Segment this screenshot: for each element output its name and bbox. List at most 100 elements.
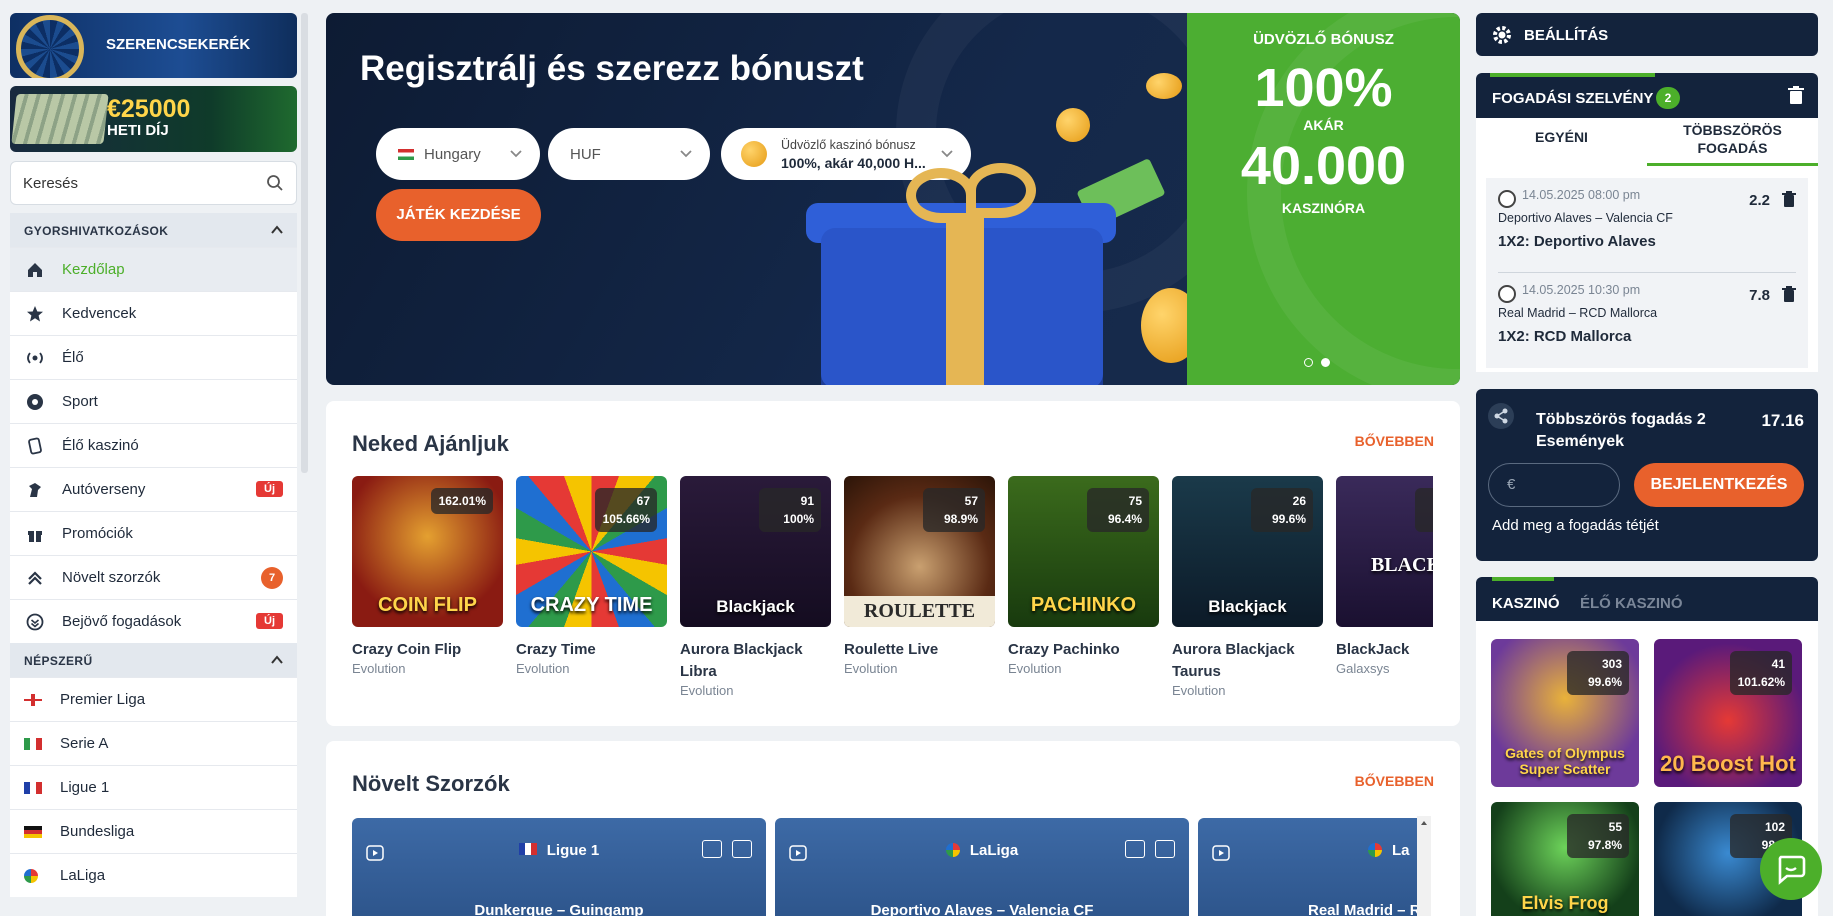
game-provider: Evolution	[1172, 683, 1226, 698]
search-input[interactable]: Keresés	[10, 161, 297, 205]
game-card[interactable]: 67 105.66% CRAZY TIME Crazy Time Evolutio…	[516, 476, 667, 676]
weekly-prize-banner[interactable]: €25000 HETI DÍJ	[10, 86, 297, 152]
casino-game-tile[interactable]: 41 101.62% 20 Boost Hot	[1654, 639, 1802, 787]
sidebar-league-bundesliga[interactable]: Bundesliga	[10, 809, 297, 853]
game-card[interactable]: 75 96.4% PACHINKO Crazy Pachinko Evolutio…	[1008, 476, 1159, 676]
sidebar-league-serie-a[interactable]: Serie A	[10, 721, 297, 765]
hungary-flag-icon	[398, 148, 414, 160]
chevron-up-icon[interactable]	[269, 222, 285, 238]
casino-game-tile[interactable]: 55 97.8% Elvis Frog	[1491, 802, 1639, 916]
rtp-count: 41	[1771, 657, 1785, 671]
game-card[interactable]: 19 BLACKJ BlackJack Galaxsys	[1336, 476, 1433, 676]
share-icon[interactable]	[1488, 403, 1514, 429]
trend-icon[interactable]	[1125, 840, 1145, 858]
rtp-count: 102	[1764, 820, 1785, 834]
betslip-title: FOGADÁSI SZELVÉNY	[1492, 90, 1654, 107]
sidebar-scrollbar[interactable]	[301, 13, 308, 473]
currency-select[interactable]: HUF	[548, 128, 710, 180]
sidebar-item-live[interactable]: Élő	[10, 335, 297, 379]
sidebar-item-live-casino[interactable]: Élő kaszinó	[10, 423, 297, 467]
wheel-of-fortune-banner[interactable]: SZERENCSEKERÉK	[10, 13, 297, 78]
popular-header[interactable]: NÉPSZERŰ	[10, 643, 297, 677]
game-thumbnail[interactable]: 162.01% COIN FLIP	[352, 476, 503, 627]
game-thumbnail[interactable]: 75 96.4% PACHINKO	[1008, 476, 1159, 627]
wheel-banner-label: SZERENCSEKERÉK	[106, 36, 251, 53]
game-thumbnail[interactable]: 91 100% Blackjack	[680, 476, 831, 627]
sidebar-league-premier-liga[interactable]: Premier Liga	[10, 677, 297, 721]
match-card[interactable]: LaLiga Deportivo Alaves – Valencia CF	[775, 818, 1189, 916]
sidebar-item-label: Kezdőlap	[62, 261, 125, 278]
sidebar-item-favorites[interactable]: Kedvencek	[10, 291, 297, 335]
scroll-up-arrow-icon[interactable]	[1417, 816, 1431, 830]
sidebar-league-laliga[interactable]: LaLiga	[10, 853, 297, 897]
sidebar-item-promotions[interactable]: Promóciók	[10, 511, 297, 555]
betslip-accent	[1490, 73, 1655, 77]
trash-icon[interactable]	[1782, 191, 1796, 207]
game-name: Crazy Time	[516, 641, 596, 658]
match-teams: Deportivo Alaves – Valencia CF	[870, 902, 1094, 916]
match-card[interactable]: La Real Madrid – R	[1198, 818, 1430, 916]
coin-icon	[741, 141, 767, 167]
more-link[interactable]: BŐVEBBEN	[1355, 773, 1434, 789]
bonus-amount: 40.000	[1240, 136, 1407, 196]
bet-event: Real Madrid – RCD Mallorca	[1498, 306, 1658, 320]
stake-input[interactable]: €	[1488, 463, 1620, 507]
live-chat-button[interactable]	[1760, 838, 1822, 900]
start-game-button[interactable]: JÁTÉK KEZDÉSE	[376, 189, 541, 241]
search-icon[interactable]	[266, 174, 284, 192]
tab-multiple[interactable]: TÖBBSZÖRÖS FOGADÁS	[1647, 118, 1818, 166]
bonus-percent: 100%	[1254, 58, 1393, 118]
rtp-badge: 19	[1415, 488, 1433, 532]
game-card[interactable]: 162.01% COIN FLIP Crazy Coin Flip Evolut…	[352, 476, 503, 676]
game-card[interactable]: 26 99.6% Blackjack Aurora Blackjack Tauru…	[1172, 476, 1323, 698]
trash-icon[interactable]	[1788, 86, 1804, 104]
game-name: Aurora Blackjack Taurus	[1172, 641, 1295, 680]
cash-stack-icon	[11, 94, 109, 144]
sidebar-item-label: Ligue 1	[60, 779, 110, 796]
trend-icon[interactable]	[702, 840, 722, 858]
game-thumbnail[interactable]: 57 98.9% ROULETTE	[844, 476, 995, 627]
rtp-badge: 67 105.66%	[595, 488, 657, 532]
sidebar-league-ligue-1[interactable]: Ligue 1	[10, 765, 297, 809]
game-card[interactable]: 91 100% Blackjack Aurora Blackjack Libra …	[680, 476, 831, 698]
chevron-up-icon[interactable]	[269, 652, 285, 668]
sidebar-item-sport[interactable]: Sport	[10, 379, 297, 423]
games-carousel: 162.01% COIN FLIP Crazy Coin Flip Evolut…	[352, 401, 1433, 726]
game-thumbnail[interactable]: 67 105.66% CRAZY TIME	[516, 476, 667, 627]
game-name: BlackJack	[1336, 641, 1410, 658]
carousel-scrollbar[interactable]	[1417, 816, 1431, 916]
quicklinks-header[interactable]: GYORSHIVATKOZÁSOK	[10, 213, 297, 247]
league-name: LaLiga	[969, 842, 1019, 859]
login-button[interactable]: BEJELENTKEZÉS	[1634, 463, 1804, 507]
sidebar-item-upcoming-bets[interactable]: Bejövő fogadások Új	[10, 599, 297, 643]
settings-label: BEÁLLÍTÁS	[1524, 27, 1609, 44]
stats-icon[interactable]	[732, 840, 752, 858]
game-thumbnail[interactable]: 19 BLACKJ	[1336, 476, 1433, 627]
horse-racing-icon	[24, 479, 46, 501]
soccer-ball-icon	[1498, 190, 1516, 208]
casino-game-tile[interactable]: 303 99.6% Gates of Olympus Super Scatter	[1491, 639, 1639, 787]
multi-bet-panel: Többszörös fogadás 2 Események 17.16 € B…	[1476, 389, 1818, 561]
sidebar-item-boosted-odds[interactable]: Növelt szorzók 7	[10, 555, 297, 599]
laliga-logo-icon	[1368, 843, 1382, 857]
carousel-dot[interactable]	[1304, 358, 1313, 367]
game-logo-text: CRAZY TIME	[530, 594, 653, 616]
bonus-select-line1: Üdvözlő kaszinó bónusz	[781, 138, 916, 152]
settings-bar[interactable]: BEÁLLÍTÁS	[1476, 13, 1818, 56]
game-card[interactable]: 57 98.9% ROULETTE Roulette Live Evolution	[844, 476, 995, 676]
tab-single[interactable]: EGYÉNI	[1476, 118, 1647, 166]
match-card[interactable]: Ligue 1 Dunkerque – Guingamp	[352, 818, 766, 916]
carousel-dot-active[interactable]	[1321, 358, 1330, 367]
game-thumbnail[interactable]: 26 99.6% Blackjack	[1172, 476, 1323, 627]
stats-icon[interactable]	[1155, 840, 1175, 858]
trash-icon[interactable]	[1782, 286, 1796, 302]
video-icon[interactable]	[1212, 845, 1230, 861]
count-badge: 7	[261, 567, 283, 589]
sidebar-item-home[interactable]: Kezdőlap	[10, 247, 297, 291]
chevron-down-icon	[941, 150, 953, 158]
rtp-count: 1	[1422, 492, 1433, 510]
sidebar-item-horse-racing[interactable]: Autóverseny Új	[10, 467, 297, 511]
country-select[interactable]: Hungary	[376, 128, 540, 180]
tab-live-casino[interactable]: ÉLŐ KASZINÓ	[1580, 595, 1683, 612]
tab-casino[interactable]: KASZINÓ	[1492, 595, 1560, 612]
